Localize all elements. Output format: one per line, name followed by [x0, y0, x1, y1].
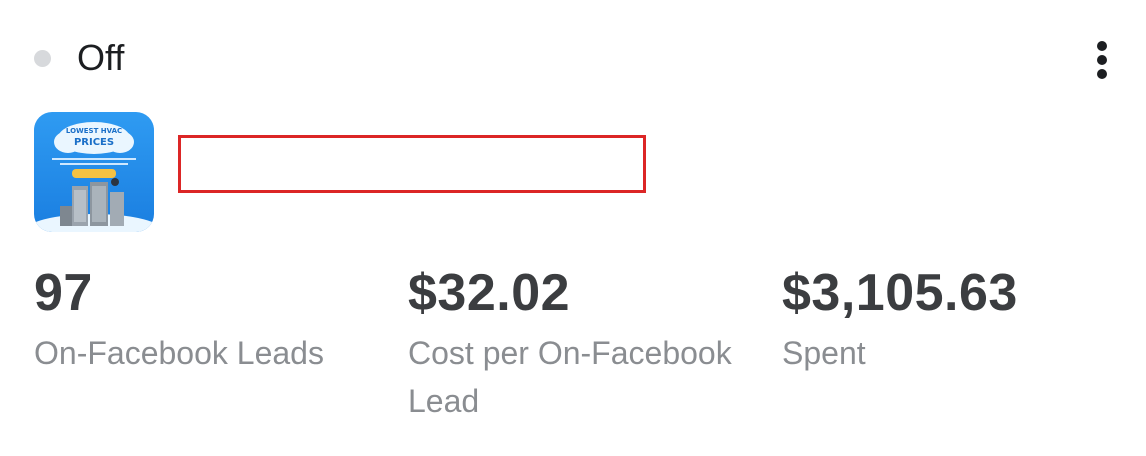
metric-value: $32.02 — [408, 264, 571, 322]
metric-label: Cost per On-Facebook Lead — [408, 335, 732, 419]
status-label: Off — [77, 37, 125, 78]
metric-spent: $3,105.63 Spent — [782, 262, 1122, 377]
ad-name-redacted-box — [178, 135, 646, 193]
ad-thumbnail[interactable]: LOWEST HVAC PRICES — [34, 112, 154, 232]
status-dot — [34, 49, 51, 67]
metric-value: 97 — [34, 264, 93, 322]
metric-label: Spent — [782, 335, 866, 371]
metric-leads: 97 On-Facebook Leads — [34, 262, 394, 377]
svg-text:PRICES: PRICES — [74, 137, 114, 148]
metric-value: $3,105.63 — [782, 264, 1018, 322]
svg-text:LOWEST HVAC: LOWEST HVAC — [66, 127, 122, 135]
more-vertical-icon — [1097, 41, 1107, 79]
ad-creative-image: LOWEST HVAC PRICES — [34, 112, 154, 232]
status-row: Off — [34, 36, 124, 80]
more-options-button[interactable] — [1086, 36, 1118, 84]
metric-cost-per-lead: $32.02 Cost per On-Facebook Lead — [408, 262, 748, 425]
metric-label: On-Facebook Leads — [34, 335, 324, 371]
